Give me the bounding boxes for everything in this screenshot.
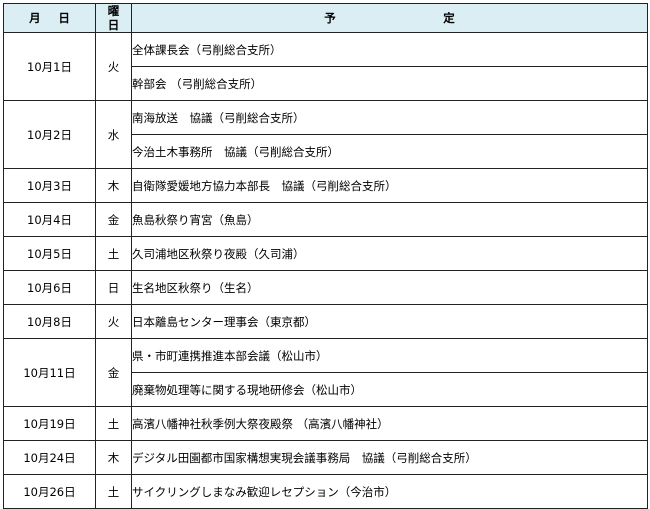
plan-cell: 日本離島センター理事会（東京都） bbox=[131, 304, 648, 339]
date-cell: 10月8日 bbox=[3, 304, 96, 339]
weekday-cell: 土 bbox=[95, 474, 132, 509]
weekday-cell: 水 bbox=[95, 100, 132, 169]
weekday-cell: 木 bbox=[95, 168, 132, 203]
plan-cell: 廃棄物処理等に関する現地研修会（松山市） bbox=[131, 372, 648, 407]
weekday-cell: 火 bbox=[95, 32, 132, 101]
plan-cell: 高濱八幡神社秋季例大祭夜殿祭 （高濱八幡神社） bbox=[131, 406, 648, 441]
plan-cell: 生名地区秋祭り（生名） bbox=[131, 270, 648, 305]
date-cell: 10月3日 bbox=[3, 168, 96, 203]
date-cell: 10月1日 bbox=[3, 32, 96, 101]
table-row: 10月11日金県・市町連携推進本部会議（松山市） bbox=[3, 338, 648, 407]
table-row: 10月4日金魚島秋祭り宵宮（魚島） bbox=[3, 202, 648, 237]
table-row: 10月1日火全体課長会（弓削総合支所） bbox=[3, 32, 648, 101]
plan-cell: 久司浦地区秋祭り夜殿（久司浦） bbox=[131, 236, 648, 271]
date-cell: 10月2日 bbox=[3, 100, 96, 169]
weekday-cell: 金 bbox=[95, 338, 132, 407]
table-row: 10月19日土高濱八幡神社秋季例大祭夜殿祭 （高濱八幡神社） bbox=[3, 406, 648, 441]
plan-cell: 魚島秋祭り宵宮（魚島） bbox=[131, 202, 648, 237]
schedule-table: 月 日 曜 日 予 定 10月1日火全体課長会（弓削総合支所） 幹部会 （弓削総合… bbox=[3, 3, 648, 509]
date-cell: 10月6日 bbox=[3, 270, 96, 305]
weekday-cell: 木 bbox=[95, 440, 132, 475]
date-cell: 10月26日 bbox=[3, 474, 96, 509]
weekday-cell: 土 bbox=[95, 406, 132, 441]
header-dow: 曜 日 bbox=[95, 3, 132, 33]
plan-cell: 幹部会 （弓削総合支所） bbox=[131, 66, 648, 101]
header-row: 月 日 曜 日 予 定 bbox=[3, 3, 648, 33]
plan-cell: 今治土木事務所 協議（弓削総合支所） bbox=[131, 134, 648, 169]
plan-cell: 自衛隊愛媛地方協力本部長 協議（弓削総合支所） bbox=[131, 168, 648, 203]
table-row: 10月26日土サイクリングしまなみ歓迎レセプション（今治市） bbox=[3, 474, 648, 509]
table-row: 10月24日木デジタル田園都市国家構想実現会議事務局 協議（弓削総合支所） bbox=[3, 440, 648, 475]
table-row: 10月3日木自衛隊愛媛地方協力本部長 協議（弓削総合支所） bbox=[3, 168, 648, 203]
weekday-cell: 火 bbox=[95, 304, 132, 339]
header-plan: 予 定 bbox=[131, 3, 648, 33]
date-cell: 10月19日 bbox=[3, 406, 96, 441]
schedule-header: 月 日 曜 日 予 定 bbox=[3, 3, 648, 33]
schedule-body: 10月1日火全体課長会（弓削総合支所） 幹部会 （弓削総合支所） 10月2日水南海放… bbox=[3, 32, 648, 509]
plan-cell: サイクリングしまなみ歓迎レセプション（今治市） bbox=[131, 474, 648, 509]
weekday-cell: 金 bbox=[95, 202, 132, 237]
date-cell: 10月4日 bbox=[3, 202, 96, 237]
table-row: 10月8日火日本離島センター理事会（東京都） bbox=[3, 304, 648, 339]
table-row: 10月5日土久司浦地区秋祭り夜殿（久司浦） bbox=[3, 236, 648, 271]
plan-cell: 県・市町連携推進本部会議（松山市） bbox=[131, 338, 648, 373]
plan-cell: デジタル田園都市国家構想実現会議事務局 協議（弓削総合支所） bbox=[131, 440, 648, 475]
date-cell: 10月5日 bbox=[3, 236, 96, 271]
date-cell: 10月24日 bbox=[3, 440, 96, 475]
weekday-cell: 土 bbox=[95, 236, 132, 271]
plan-cell: 南海放送 協議（弓削総合支所） bbox=[131, 100, 648, 135]
date-cell: 10月11日 bbox=[3, 338, 96, 407]
header-date: 月 日 bbox=[3, 3, 96, 33]
plan-cell: 全体課長会（弓削総合支所） bbox=[131, 32, 648, 67]
table-row: 10月6日日生名地区秋祭り（生名） bbox=[3, 270, 648, 305]
weekday-cell: 日 bbox=[95, 270, 132, 305]
table-row: 10月2日水南海放送 協議（弓削総合支所） bbox=[3, 100, 648, 169]
